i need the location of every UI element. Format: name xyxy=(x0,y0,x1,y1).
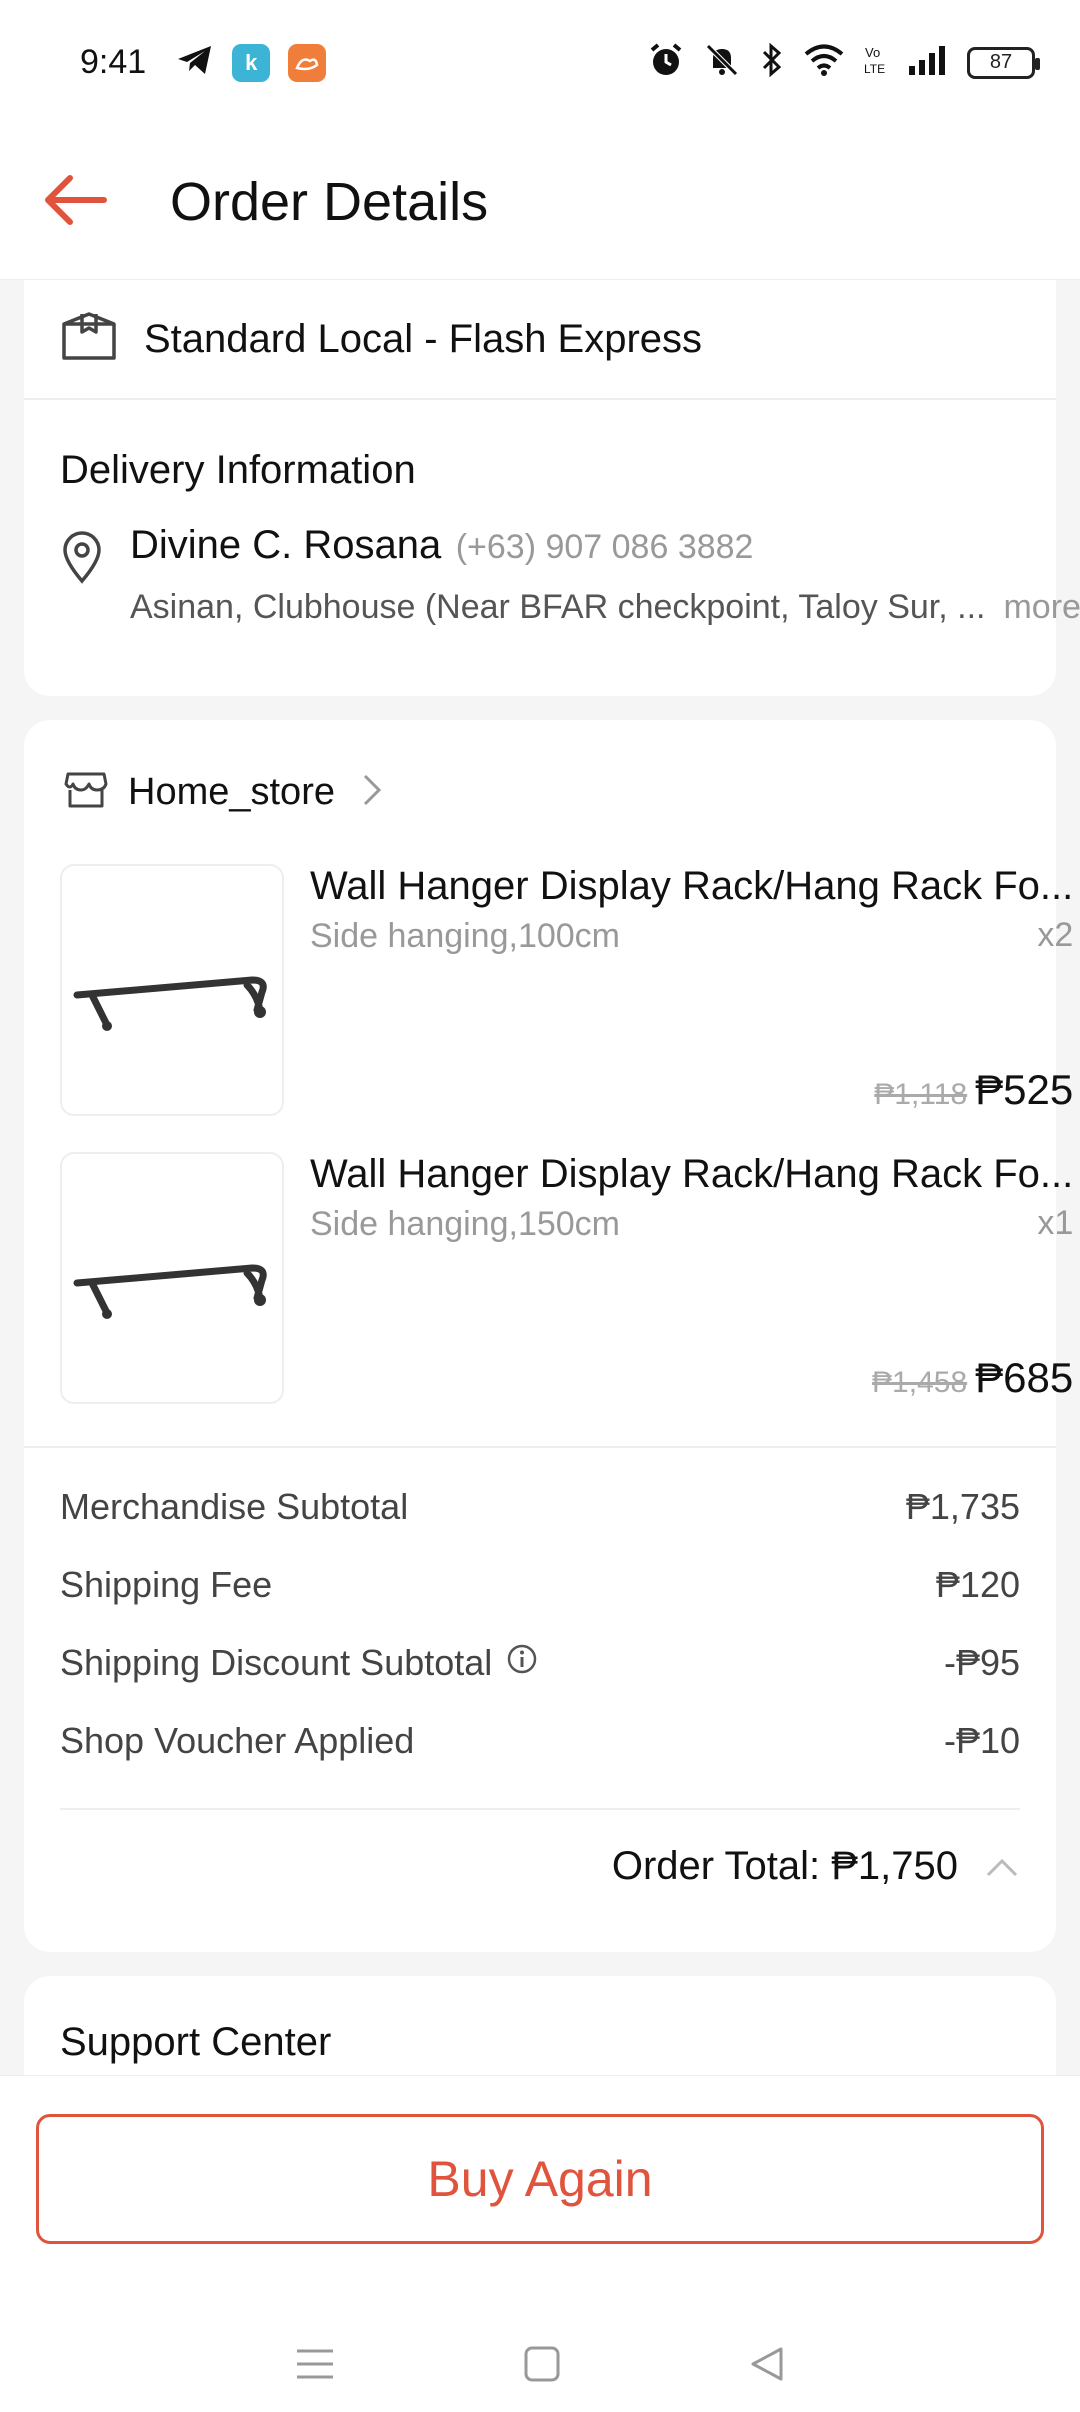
home-icon[interactable] xyxy=(523,2345,561,2388)
wifi-icon xyxy=(803,43,845,82)
delivery-info-title: Delivery Information xyxy=(60,448,416,492)
summary-row-merchandise-subtotal: Merchandise Subtotal ₱1,735 xyxy=(60,1468,1020,1546)
chevron-right-icon xyxy=(361,772,383,813)
location-pin-icon xyxy=(60,529,104,627)
product-image xyxy=(60,1152,284,1404)
product-image xyxy=(60,864,284,1116)
summary-label: Shipping Discount Subtotal xyxy=(60,1642,493,1683)
summary-label: Merchandise Subtotal xyxy=(60,1486,409,1527)
summary-value: ₱1,735 xyxy=(905,1486,1020,1527)
bottom-action-bar: Buy Again xyxy=(0,2075,1080,2412)
address-row[interactable]: Divine C. Rosana (+63) 907 086 3882 Asin… xyxy=(24,493,1080,627)
product-quantity: x2 xyxy=(1037,916,1074,954)
app-icon-blue: k xyxy=(232,43,271,82)
shop-name: Home_store xyxy=(128,770,335,813)
telegram-icon xyxy=(176,43,214,82)
product-item[interactable]: Wall Hanger Display Rack/Hang Rack Fo...… xyxy=(24,1152,1073,1440)
status-left-icons: k xyxy=(176,43,327,82)
back-triangle-icon[interactable] xyxy=(748,2345,786,2388)
back-arrow-icon xyxy=(40,170,110,235)
address-body: Divine C. Rosana (+63) 907 086 3882 Asin… xyxy=(130,523,1080,627)
summary-label: Shop Voucher Applied xyxy=(60,1720,415,1761)
summary-row-shop-voucher: Shop Voucher Applied -₱10 xyxy=(60,1702,1020,1780)
product-quantity: x1 xyxy=(1037,1204,1074,1242)
summary-value: -₱10 xyxy=(943,1720,1020,1761)
summary-value: ₱120 xyxy=(935,1564,1020,1605)
svg-text:LTE: LTE xyxy=(864,62,885,76)
back-button[interactable] xyxy=(0,125,150,280)
product-name: Wall Hanger Display Rack/Hang Rack Fo... xyxy=(310,1152,1074,1196)
product-variation: Side hanging,100cm xyxy=(310,917,621,955)
battery-level: 87 xyxy=(989,51,1013,73)
product-original-price: ₱1,458 xyxy=(872,1366,968,1399)
recipient-name: Divine C. Rosana xyxy=(130,523,442,567)
order-total: Order Total: ₱1,750 xyxy=(611,1844,958,1888)
shipping-method-row[interactable]: Standard Local - Flash Express xyxy=(24,280,1056,400)
product-price: ₱685 xyxy=(975,1354,1074,1401)
product-name: Wall Hanger Display Rack/Hang Rack Fo... xyxy=(310,864,1074,908)
shop-row[interactable]: Home_store xyxy=(24,720,1056,864)
product-price: ₱525 xyxy=(975,1066,1074,1113)
alarm-icon xyxy=(647,41,685,84)
menu-icon[interactable] xyxy=(294,2346,336,2387)
app-header: Order Details xyxy=(0,125,1080,280)
status-time: 9:41 xyxy=(80,43,147,81)
recipient-address: Asinan, Clubhouse (Near BFAR checkpoint,… xyxy=(130,588,986,626)
chevron-up-icon xyxy=(984,1844,1020,1889)
app-icon-orange xyxy=(288,43,327,82)
status-bar: 9:41 k Vo LTE 87 xyxy=(0,0,1080,125)
signal-icon xyxy=(907,44,949,81)
store-icon xyxy=(64,770,108,815)
status-right-icons: Vo LTE 87 xyxy=(647,41,1040,84)
volte-icon: Vo LTE xyxy=(863,43,889,82)
payment-summary: Merchandise Subtotal ₱1,735 Shipping Fee… xyxy=(24,1448,1056,1780)
summary-value: -₱95 xyxy=(943,1642,1020,1683)
support-center-title: Support Center xyxy=(60,2020,332,2064)
page-title: Order Details xyxy=(170,172,489,232)
product-item[interactable]: Wall Hanger Display Rack/Hang Rack Fo...… xyxy=(24,864,1073,1152)
bluetooth-icon xyxy=(759,41,785,84)
product-original-price: ₱1,118 xyxy=(874,1078,968,1111)
address-more-link[interactable]: more xyxy=(1003,588,1080,627)
battery-icon: 87 xyxy=(967,46,1040,79)
recipient-phone: (+63) 907 086 3882 xyxy=(455,528,754,566)
info-icon[interactable] xyxy=(506,1642,538,1684)
summary-row-shipping-fee: Shipping Fee ₱120 xyxy=(60,1546,1020,1624)
buy-again-button[interactable]: Buy Again xyxy=(36,2114,1044,2244)
summary-label: Shipping Fee xyxy=(60,1564,273,1605)
order-card: Home_store Wall Hanger Display Rack/Hang… xyxy=(24,720,1073,1952)
summary-row-shipping-discount: Shipping Discount Subtotal -₱95 xyxy=(60,1624,1020,1702)
product-variation: Side hanging,150cm xyxy=(310,1205,621,1243)
shipping-method: Standard Local - Flash Express xyxy=(144,316,703,361)
svg-text:Vo: Vo xyxy=(865,45,880,60)
system-nav-bar xyxy=(0,2326,1080,2406)
package-icon xyxy=(60,310,118,369)
support-center-card[interactable]: Support Center xyxy=(24,1976,1056,2076)
mute-icon xyxy=(703,41,741,84)
delivery-card: Standard Local - Flash Express Delivery … xyxy=(24,280,1080,696)
order-total-row[interactable]: Order Total: ₱1,750 xyxy=(24,1810,1056,1889)
